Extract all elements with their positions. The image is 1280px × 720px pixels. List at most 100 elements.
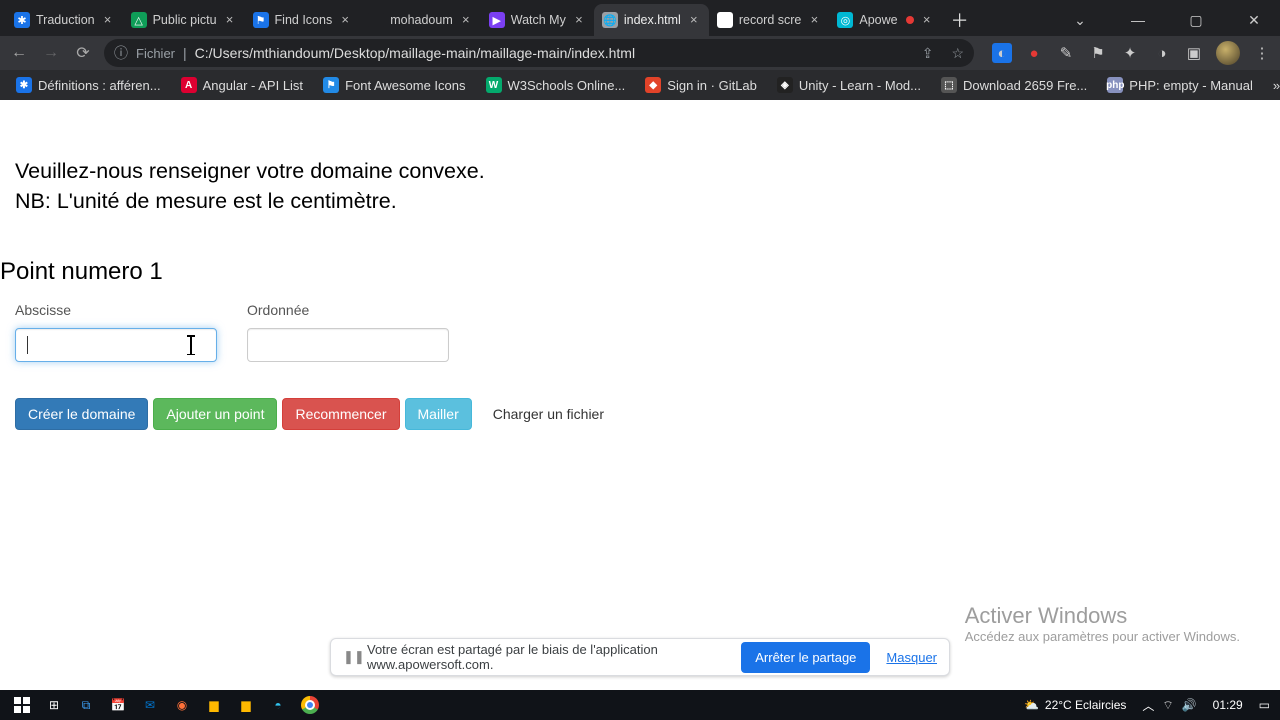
browser-tab[interactable]: ◎Apowe× [829,4,941,36]
close-tab-icon[interactable]: × [101,13,115,27]
tray-chevron-icon[interactable]: ︿ [1142,697,1154,714]
vscode-icon[interactable]: ⧉ [70,690,102,720]
tab-favicon-icon: G [717,12,733,28]
weather-widget[interactable]: ⛅ 22°C Eclaircies [1024,698,1126,712]
bookmark-item[interactable]: ◈Unity - Learn - Mod... [769,74,929,96]
tab-title: mohadoum [390,13,453,27]
browser-tab[interactable]: ▶Watch My× [481,4,594,36]
stop-sharing-button[interactable]: Arrêter le partage [741,642,870,673]
minimize-button[interactable]: ― [1118,12,1158,28]
browser-tab[interactable]: mohadoum × [360,4,481,36]
tab-title: Public pictu [153,13,217,27]
calendar-icon[interactable]: 📅 [102,690,134,720]
edge-icon[interactable]: ◓ [262,690,294,720]
forward-button[interactable]: → [40,42,62,64]
close-tab-icon[interactable]: × [223,13,237,27]
explorer-icon[interactable]: ▆ [198,690,230,720]
abscisse-label: Abscisse [15,302,217,318]
pause-icon: ❚❚ [343,649,357,665]
close-tab-icon[interactable]: × [338,13,352,27]
tab-title: index.html [624,13,681,27]
extension-icon[interactable]: ◑ [1152,43,1172,63]
intro-line: Veuillez-nous renseigner votre domaine c… [15,156,1280,186]
browser-tab[interactable]: ⚑Find Icons× [245,4,361,36]
create-domain-button[interactable]: Créer le domaine [15,398,148,430]
hide-sharebar-link[interactable]: Masquer [886,650,937,665]
extension-icon[interactable]: ● [1024,43,1044,63]
tab-title: record scre [739,13,802,27]
tab-favicon-icon: △ [131,12,147,28]
ordonnee-group: Ordonnée [247,302,449,362]
url-input[interactable]: ⓘ Fichier | C:/Users/mthiandoum/Desktop/… [104,39,974,67]
tab-title: Traduction [36,13,95,27]
browser-tab[interactable]: △ Public pictu × [123,4,245,36]
abscisse-group: Abscisse [15,302,217,362]
kebab-menu-icon[interactable]: ⋮ [1252,43,1272,63]
close-tab-icon[interactable]: × [807,13,821,27]
chrome-icon[interactable] [294,690,326,720]
close-tab-icon[interactable]: × [572,13,586,27]
volume-icon[interactable]: 🔊 [1182,698,1197,712]
notifications-icon[interactable]: ▭ [1259,698,1270,712]
load-file-link[interactable]: Charger un fichier [493,406,604,422]
bookmark-item[interactable]: ⬚Download 2659 Fre... [933,74,1095,96]
star-icon[interactable]: ☆ [951,45,964,62]
back-button[interactable]: ← [8,42,30,64]
tab-strip: ✱Traduction×△Public pictu×⚑Find Icons×mo… [0,0,1280,36]
extension-icon[interactable]: ✎ [1056,43,1076,63]
firefox-icon[interactable]: ◉ [166,690,198,720]
mail-icon[interactable]: ✉ [134,690,166,720]
bookmark-item[interactable]: ✱Définitions : afféren... [8,74,169,96]
explorer2-icon[interactable]: ▆ [230,690,262,720]
extension-icon[interactable]: ◐ [992,43,1012,63]
bookmark-item[interactable]: phpPHP: empty - Manual [1099,74,1261,96]
bookmark-favicon-icon: php [1107,77,1123,93]
address-bar: ← → ⟳ ⓘ Fichier | C:/Users/mthiandoum/De… [0,36,1280,70]
mesh-button[interactable]: Mailler [405,398,472,430]
close-tab-icon[interactable]: × [459,13,473,27]
bookmarks-overflow[interactable]: » [1265,78,1280,93]
reload-button[interactable]: ⟳ [72,42,94,64]
intro-line: NB: L'unité de mesure est le centimètre. [15,186,1280,216]
bookmark-favicon-icon: ◈ [777,77,793,93]
browser-tab[interactable]: 🌐index.html× [594,4,709,36]
clock[interactable]: 01:29 [1205,698,1251,712]
close-tab-icon[interactable]: × [687,13,701,27]
new-tab-button[interactable]: ＋ [946,6,974,34]
bookmark-item[interactable]: ◆Sign in · GitLab [637,74,765,96]
bookmark-item[interactable]: WW3Schools Online... [478,74,634,96]
close-tab-icon[interactable]: × [920,13,934,27]
bookmark-item[interactable]: AAngular - API List [173,74,311,96]
side-panel-icon[interactable]: ▣ [1184,43,1204,63]
extensions-menu-icon[interactable]: ✦ [1120,43,1140,63]
ordonnee-input[interactable] [247,328,449,362]
task-view-icon[interactable]: ⊞ [38,690,70,720]
start-button[interactable] [6,690,38,720]
tab-favicon-icon [368,12,384,28]
bookmark-item[interactable]: ⚑Font Awesome Icons [315,74,473,96]
share-icon[interactable]: ⇪ [922,45,934,62]
tab-title: Watch My [511,13,566,27]
abscisse-input[interactable] [15,328,217,362]
windows-activation-watermark: Activer Windows Accédez aux paramètres p… [965,603,1240,644]
windows-taskbar: ⊞ ⧉ 📅 ✉ ◉ ▆ ▆ ◓ ⛅ 22°C Eclaircies ︿ ⌔ 🔊 … [0,690,1280,720]
bookmark-label: Sign in · GitLab [667,78,757,93]
profile-avatar[interactable] [1216,41,1240,65]
wifi-icon[interactable]: ⌔ [1162,698,1173,713]
extension-icon[interactable]: ⚑ [1088,43,1108,63]
maximize-button[interactable]: ▢ [1176,12,1216,29]
chevron-down-icon[interactable]: ⌄ [1060,12,1100,29]
reset-button[interactable]: Recommencer [282,398,399,430]
bookmark-label: Définitions : afféren... [38,78,161,93]
bookmark-label: Download 2659 Fre... [963,78,1087,93]
tab-favicon-icon: ⚑ [253,12,269,28]
tab-title: Apowe [859,13,897,27]
watermark-subtitle: Accédez aux paramètres pour activer Wind… [965,629,1240,644]
add-point-button[interactable]: Ajouter un point [153,398,277,430]
point-heading: Point numero 1 [0,258,1280,286]
browser-tab[interactable]: ✱Traduction× [6,4,123,36]
action-buttons: Créer le domaine Ajouter un point Recomm… [15,398,1280,430]
close-window-button[interactable]: ✕ [1234,12,1274,29]
url-scheme: Fichier [136,46,175,61]
browser-tab[interactable]: Grecord scre × [709,4,830,36]
